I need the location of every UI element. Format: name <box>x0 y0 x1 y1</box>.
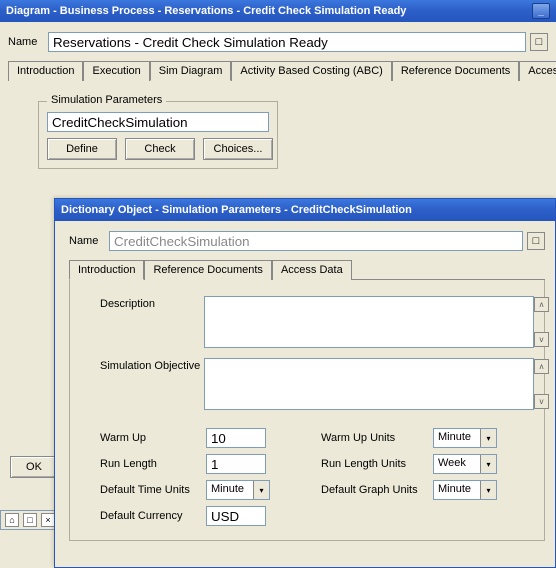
warm-up-label: Warm Up <box>100 432 206 444</box>
tab-access-data[interactable]: Access Data <box>519 61 556 81</box>
outer-title-bar: Diagram - Business Process - Reservation… <box>0 0 556 22</box>
simulation-objective-label: Simulation Objective <box>100 358 204 372</box>
tray-box-icon[interactable]: □ <box>23 513 37 527</box>
description-scroll-up[interactable]: ʌ <box>534 297 549 312</box>
inner-tab-access-data[interactable]: Access Data <box>272 260 352 280</box>
default-graph-units-select[interactable]: Minute ▾ <box>433 480 497 500</box>
tool-tray: ⌂ □ × <box>0 510 60 530</box>
warm-up-units-label: Warm Up Units <box>321 432 433 444</box>
outer-tab-strip: Introduction Execution Sim Diagram Activ… <box>8 60 548 81</box>
outer-name-lookup-button[interactable]: □ <box>530 33 548 51</box>
define-button[interactable]: Define <box>47 138 117 160</box>
group-title: Simulation Parameters <box>47 94 166 106</box>
inner-tab-reference-documents[interactable]: Reference Documents <box>144 260 271 280</box>
run-length-units-label: Run Length Units <box>321 458 433 470</box>
run-length-units-select[interactable]: Week ▾ <box>433 454 497 474</box>
inner-title-bar: Dictionary Object - Simulation Parameter… <box>55 199 555 221</box>
simulation-objective-textarea[interactable]: ʌ v <box>204 358 534 410</box>
warm-up-field[interactable] <box>206 428 266 448</box>
description-textarea[interactable]: ʌ v <box>204 296 534 348</box>
tab-sim-diagram[interactable]: Sim Diagram <box>150 61 232 81</box>
run-length-units-value: Week <box>434 455 480 473</box>
default-currency-field[interactable] <box>206 506 266 526</box>
tab-execution[interactable]: Execution <box>83 61 149 81</box>
run-length-label: Run Length <box>100 458 206 470</box>
inner-window-title: Dictionary Object - Simulation Parameter… <box>61 204 412 216</box>
outer-body: Name □ Introduction Execution Sim Diagra… <box>0 22 556 185</box>
description-scroll-down[interactable]: v <box>534 332 549 347</box>
simobj-scroll-down[interactable]: v <box>534 394 549 409</box>
tab-reference-documents[interactable]: Reference Documents <box>392 61 519 81</box>
default-time-units-select[interactable]: Minute ▾ <box>206 480 270 500</box>
outer-name-label: Name <box>8 36 48 48</box>
chevron-down-icon[interactable]: ▾ <box>253 481 269 499</box>
default-graph-units-value: Minute <box>434 481 480 499</box>
outer-window-title: Diagram - Business Process - Reservation… <box>6 5 406 17</box>
default-time-units-label: Default Time Units <box>100 484 206 496</box>
simobj-scroll-up[interactable]: ʌ <box>534 359 549 374</box>
simulation-parameter-field[interactable] <box>47 112 269 132</box>
default-graph-units-label: Default Graph Units <box>321 484 433 496</box>
default-currency-label: Default Currency <box>100 510 206 522</box>
inner-tab-content: Description ʌ v Simulation Objective ʌ v <box>69 280 545 541</box>
choices-button[interactable]: Choices... <box>203 138 273 160</box>
ok-button[interactable]: OK <box>10 456 58 478</box>
chevron-down-icon[interactable]: ▾ <box>480 455 496 473</box>
inner-name-label: Name <box>69 235 109 247</box>
warm-up-units-value: Minute <box>434 429 480 447</box>
description-label: Description <box>100 296 204 310</box>
inner-name-lookup-button[interactable]: □ <box>527 232 545 250</box>
inner-tab-introduction[interactable]: Introduction <box>69 260 144 280</box>
tab-introduction[interactable]: Introduction <box>8 61 83 81</box>
inner-name-field <box>109 231 523 251</box>
tray-close-icon[interactable]: × <box>41 513 55 527</box>
run-length-field[interactable] <box>206 454 266 474</box>
inner-tab-strip: Introduction Reference Documents Access … <box>69 259 545 280</box>
chevron-down-icon[interactable]: ▾ <box>480 429 496 447</box>
chevron-down-icon[interactable]: ▾ <box>480 481 496 499</box>
simulation-parameters-group: Simulation Parameters Define Check Choic… <box>38 101 278 169</box>
inner-window: Dictionary Object - Simulation Parameter… <box>54 198 556 568</box>
tab-abc[interactable]: Activity Based Costing (ABC) <box>231 61 391 81</box>
outer-name-field[interactable] <box>48 32 526 52</box>
minimize-button[interactable]: _ <box>532 3 550 19</box>
tray-pin-icon[interactable]: ⌂ <box>5 513 19 527</box>
warm-up-units-select[interactable]: Minute ▾ <box>433 428 497 448</box>
default-time-units-value: Minute <box>207 481 253 499</box>
check-button[interactable]: Check <box>125 138 195 160</box>
